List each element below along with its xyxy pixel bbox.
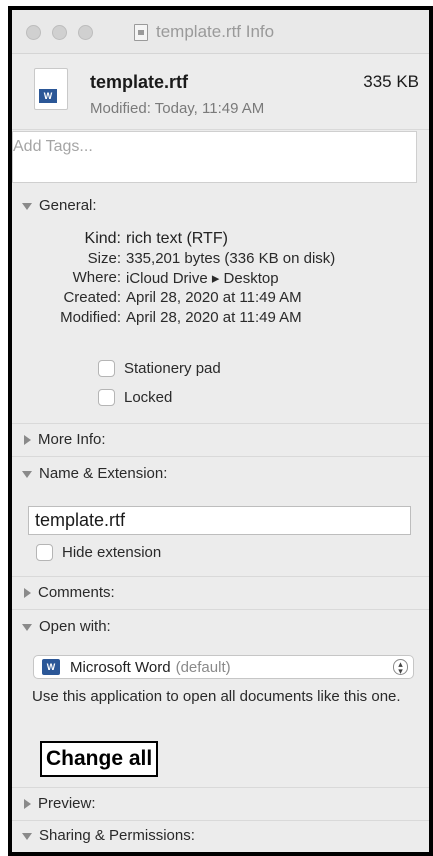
section-preview: Preview: xyxy=(12,788,429,820)
modified-label: Modified: xyxy=(60,309,121,326)
section-more-info: More Info: xyxy=(12,424,429,456)
app-default-label: (default) xyxy=(175,658,231,676)
file-size: 335 KB xyxy=(363,72,419,91)
document-icon xyxy=(134,23,148,41)
where-label: Where: xyxy=(72,269,121,286)
change-all-button[interactable]: Change all xyxy=(40,741,159,777)
stationery-pad-checkbox[interactable]: Stationery pad xyxy=(98,360,221,377)
created-label: Created: xyxy=(63,289,121,306)
microsoft-word-icon: W xyxy=(42,659,60,675)
info-row-kind: Kind: rich text (RTF) xyxy=(12,230,429,250)
disclosure-triangle-right-icon xyxy=(24,435,31,445)
screenshot-frame: template.rtf Info W template.rtf 335 KB … xyxy=(8,6,433,856)
sharing-header: Sharing & Permissions: xyxy=(39,827,195,844)
minimize-button[interactable] xyxy=(52,25,67,40)
preview-disclosure[interactable]: Preview: xyxy=(12,788,429,820)
created-value: April 28, 2020 at 11:49 AM xyxy=(126,289,302,306)
stationery-label: Stationery pad xyxy=(124,360,221,377)
chevron-up-down-icon: ▴ ▾ xyxy=(393,659,408,676)
comments-header: Comments: xyxy=(38,584,115,601)
locked-checkbox-box[interactable] xyxy=(98,389,115,406)
where-value: iCloud Drive ▸ Desktop xyxy=(126,270,279,287)
name-extension-header: Name & Extension: xyxy=(39,465,168,482)
section-comments: Comments: xyxy=(12,577,429,609)
window-title-text: template.rtf Info xyxy=(156,22,275,41)
name-extension-input[interactable]: template.rtf xyxy=(28,506,411,535)
file-name: template.rtf xyxy=(90,72,189,92)
stationery-checkbox-box[interactable] xyxy=(98,360,115,377)
window-title: template.rtf Info xyxy=(134,22,274,42)
size-label: Size: xyxy=(87,250,121,267)
info-row-where: Where: iCloud Drive ▸ Desktop xyxy=(12,269,429,289)
disclosure-triangle-down-icon xyxy=(22,470,32,478)
word-document-icon: W xyxy=(34,68,68,110)
hide-extension-label: Hide extension xyxy=(62,544,162,561)
app-name: Microsoft Word xyxy=(70,658,171,676)
more-info-header: More Info: xyxy=(38,431,106,448)
info-row-size: Size: 335,201 bytes (336 KB on disk) xyxy=(12,250,429,270)
hide-extension-checkbox-box[interactable] xyxy=(36,544,53,561)
zoom-button[interactable] xyxy=(78,25,93,40)
open-with-disclosure[interactable]: Open with: xyxy=(12,611,429,643)
locked-checkbox[interactable]: Locked xyxy=(98,389,172,406)
file-modified: Modified: Today, 11:49 AM xyxy=(90,100,265,117)
comments-disclosure[interactable]: Comments: xyxy=(12,577,429,609)
kind-value: rich text (RTF) xyxy=(126,230,228,247)
open-with-popup[interactable]: W Microsoft Word (default) ▴ ▾ xyxy=(33,655,414,679)
general-header: General: xyxy=(39,197,97,214)
disclosure-triangle-right-icon xyxy=(24,799,31,809)
section-open-with: Open with: xyxy=(12,611,429,643)
tags-field[interactable]: Add Tags... xyxy=(12,131,417,183)
info-window: template.rtf Info W template.rtf 335 KB … xyxy=(12,10,429,852)
file-header: W template.rtf 335 KB Modified: Today, 1… xyxy=(12,54,429,130)
locked-label: Locked xyxy=(124,389,173,406)
section-name-extension: Name & Extension: xyxy=(12,458,429,490)
open-with-help-text: Use this application to open all documen… xyxy=(32,688,401,705)
divider xyxy=(12,609,429,610)
section-general: General: xyxy=(12,190,429,222)
disclosure-triangle-down-icon xyxy=(22,832,32,840)
size-value: 335,201 bytes (336 KB on disk) xyxy=(126,250,336,267)
section-sharing: Sharing & Permissions: xyxy=(12,820,429,852)
hide-extension-checkbox[interactable]: Hide extension xyxy=(36,544,161,561)
word-badge: W xyxy=(39,89,57,103)
kind-label: Kind: xyxy=(84,230,121,247)
name-extension-disclosure[interactable]: Name & Extension: xyxy=(12,458,429,490)
open-with-header: Open with: xyxy=(39,618,111,635)
disclosure-triangle-right-icon xyxy=(24,588,31,598)
disclosure-triangle-down-icon xyxy=(22,623,32,631)
close-button[interactable] xyxy=(26,25,41,40)
disclosure-triangle-down-icon xyxy=(22,202,32,210)
title-bar[interactable]: template.rtf Info xyxy=(12,10,429,54)
sharing-disclosure[interactable]: Sharing & Permissions: xyxy=(12,820,429,852)
info-row-modified: Modified: April 28, 2020 at 11:49 AM xyxy=(12,309,429,329)
modified-value: April 28, 2020 at 11:49 AM xyxy=(126,309,302,326)
preview-header: Preview: xyxy=(38,795,96,812)
info-row-created: Created: April 28, 2020 at 11:49 AM xyxy=(12,289,429,309)
divider xyxy=(12,456,429,457)
general-disclosure[interactable]: General: xyxy=(12,190,429,222)
more-info-disclosure[interactable]: More Info: xyxy=(12,424,429,456)
